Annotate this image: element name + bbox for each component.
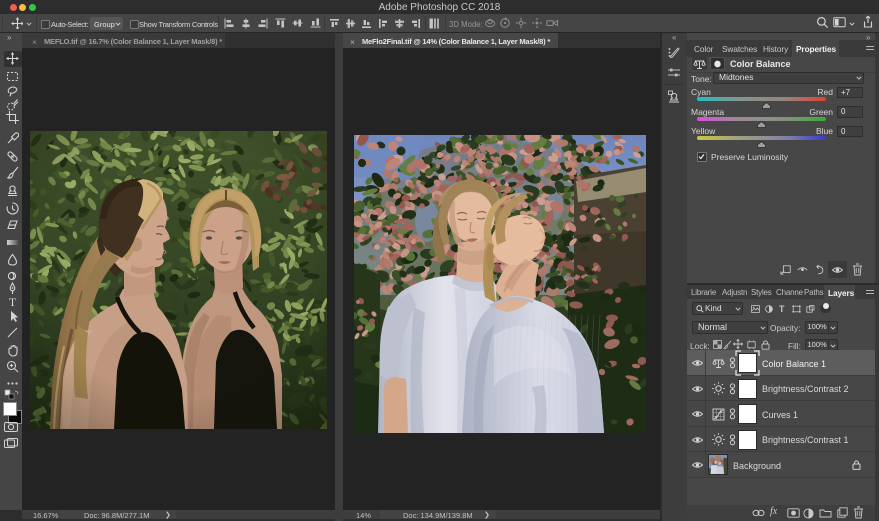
svg-text:T: T — [9, 295, 17, 308]
